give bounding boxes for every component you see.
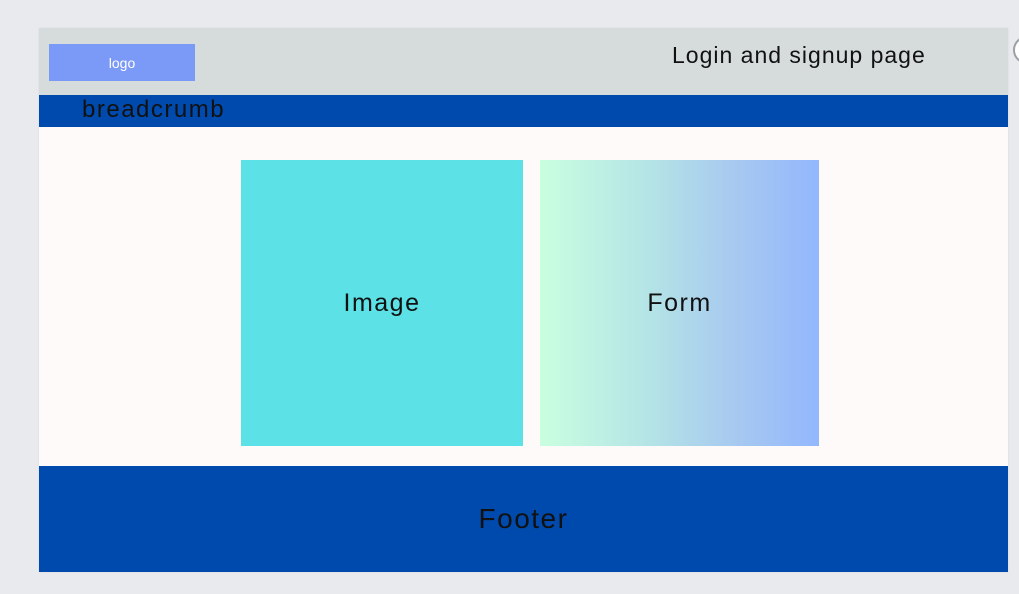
image-placeholder: Image xyxy=(241,160,523,446)
breadcrumb: breadcrumb xyxy=(39,95,1008,127)
breadcrumb-label[interactable]: breadcrumb xyxy=(82,96,225,124)
header-bar: logo Login and signup page xyxy=(39,28,1008,95)
footer: Footer xyxy=(39,466,1008,572)
logo[interactable]: logo xyxy=(49,44,195,81)
form-placeholder-label: Form xyxy=(647,288,712,317)
form-placeholder: Form xyxy=(540,160,819,446)
wireframe-canvas: logo Login and signup page breadcrumb Im… xyxy=(39,28,1008,572)
image-placeholder-label: Image xyxy=(343,288,421,317)
circle-icon[interactable] xyxy=(1013,36,1019,64)
footer-label: Footer xyxy=(478,503,569,534)
page-title: Login and signup page xyxy=(672,42,926,68)
